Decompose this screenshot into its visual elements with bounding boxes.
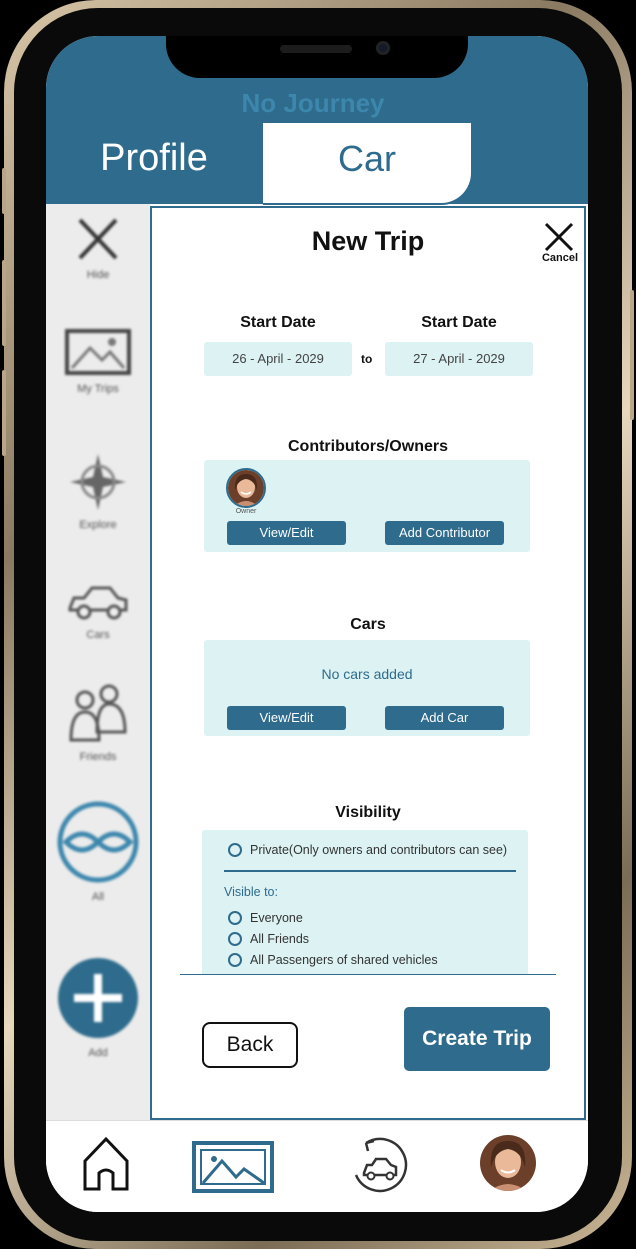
cars-heading: Cars (350, 616, 386, 633)
sidebar-item-label: Cars (86, 629, 110, 641)
start-date-label: Start Date (240, 314, 316, 331)
sidebar-item-label: Friends (79, 751, 117, 763)
contributors-view-edit-button[interactable]: View/Edit (227, 521, 346, 545)
silent-switch (2, 168, 6, 214)
add-contributor-button[interactable]: Add Contributor (385, 521, 504, 545)
volume-down-button (2, 370, 6, 456)
hamburger-menu-icon[interactable] (496, 130, 574, 176)
visible-to-label: Visible to: (224, 885, 278, 899)
plus-icon (58, 958, 138, 1038)
panel-title: New Trip (311, 226, 425, 256)
all-passengers-option-label: All Passengers of shared vehicles (250, 953, 438, 967)
all-friends-radio[interactable] (228, 932, 242, 946)
speaker (280, 45, 352, 53)
sidebar-item-label: Add (88, 1047, 108, 1059)
footer-divider (180, 974, 556, 975)
profile-avatar[interactable] (480, 1135, 536, 1191)
car-icon (68, 586, 128, 620)
sidebar-item-label: Hide (86, 269, 110, 281)
visibility-box: Private(Only owners and contributors can… (202, 830, 528, 974)
power-button (630, 290, 634, 420)
sidebar: Hide My Trips Explore Cars Friends All A… (46, 204, 150, 1120)
add-car-button[interactable]: Add Car (385, 706, 504, 730)
all-friends-option-label: All Friends (250, 932, 310, 946)
gallery-icon[interactable] (192, 1141, 274, 1193)
sidebar-item-friends[interactable]: Friends (46, 682, 150, 763)
notch (166, 36, 468, 78)
bottom-nav (46, 1120, 588, 1212)
sidebar-item-label: Explore (79, 519, 117, 531)
tab-car[interactable]: Car (263, 121, 473, 205)
close-icon (78, 218, 118, 260)
cancel-button[interactable]: Cancel (536, 252, 584, 264)
home-icon[interactable] (82, 1135, 130, 1193)
close-icon[interactable] (542, 220, 576, 254)
cars-box: No cars added View/Edit Add Car (204, 640, 530, 736)
start-date-field[interactable]: 26 - April - 2029 (204, 342, 352, 376)
all-passengers-radio[interactable] (228, 953, 242, 967)
sidebar-item-add[interactable]: Add (46, 956, 150, 1059)
image-icon (65, 329, 131, 375)
new-trip-panel: New Trip Cancel Start Date Start Date 26… (150, 206, 586, 1120)
private-option-label: Private(Only owners and contributors can… (250, 843, 508, 857)
date-to-label: to (361, 352, 373, 366)
owner-label: Owner (235, 508, 257, 515)
all-icon (57, 801, 139, 883)
screen: No Journey Profile Car Hide My Trips Exp… (46, 36, 588, 1212)
tab-profile[interactable]: Profile (46, 121, 262, 203)
car-sync-icon[interactable] (350, 1135, 410, 1195)
cars-view-edit-button[interactable]: View/Edit (227, 706, 346, 730)
sidebar-item-label: All (91, 891, 105, 903)
end-date-label: Start Date (421, 314, 497, 331)
friends-icon (69, 684, 127, 742)
divider (224, 870, 516, 872)
sidebar-item-all[interactable]: All (46, 800, 150, 903)
no-cars-text: No cars added (321, 666, 413, 682)
everyone-option-label: Everyone (250, 911, 303, 925)
contributors-box: Owner View/Edit Add Contributor (204, 460, 530, 552)
compass-icon (70, 454, 126, 510)
everyone-radio[interactable] (228, 911, 242, 925)
visibility-heading: Visibility (335, 804, 401, 821)
contributors-heading: Contributors/Owners (287, 438, 448, 455)
app-title: No Journey (241, 88, 385, 118)
sidebar-item-explore[interactable]: Explore (46, 452, 150, 531)
sidebar-item-cars[interactable]: Cars (46, 582, 150, 641)
sidebar-item-label: My Trips (77, 383, 119, 395)
end-date-field[interactable]: 27 - April - 2029 (385, 342, 533, 376)
create-trip-button[interactable]: Create Trip (404, 1007, 550, 1071)
sidebar-item-my-trips[interactable]: My Trips (46, 328, 150, 395)
private-radio[interactable] (228, 843, 242, 857)
owner-avatar[interactable] (226, 468, 266, 508)
back-button[interactable]: Back (202, 1022, 298, 1068)
volume-up-button (2, 260, 6, 346)
sidebar-item-hide[interactable]: Hide (46, 216, 150, 281)
front-camera (376, 41, 390, 55)
